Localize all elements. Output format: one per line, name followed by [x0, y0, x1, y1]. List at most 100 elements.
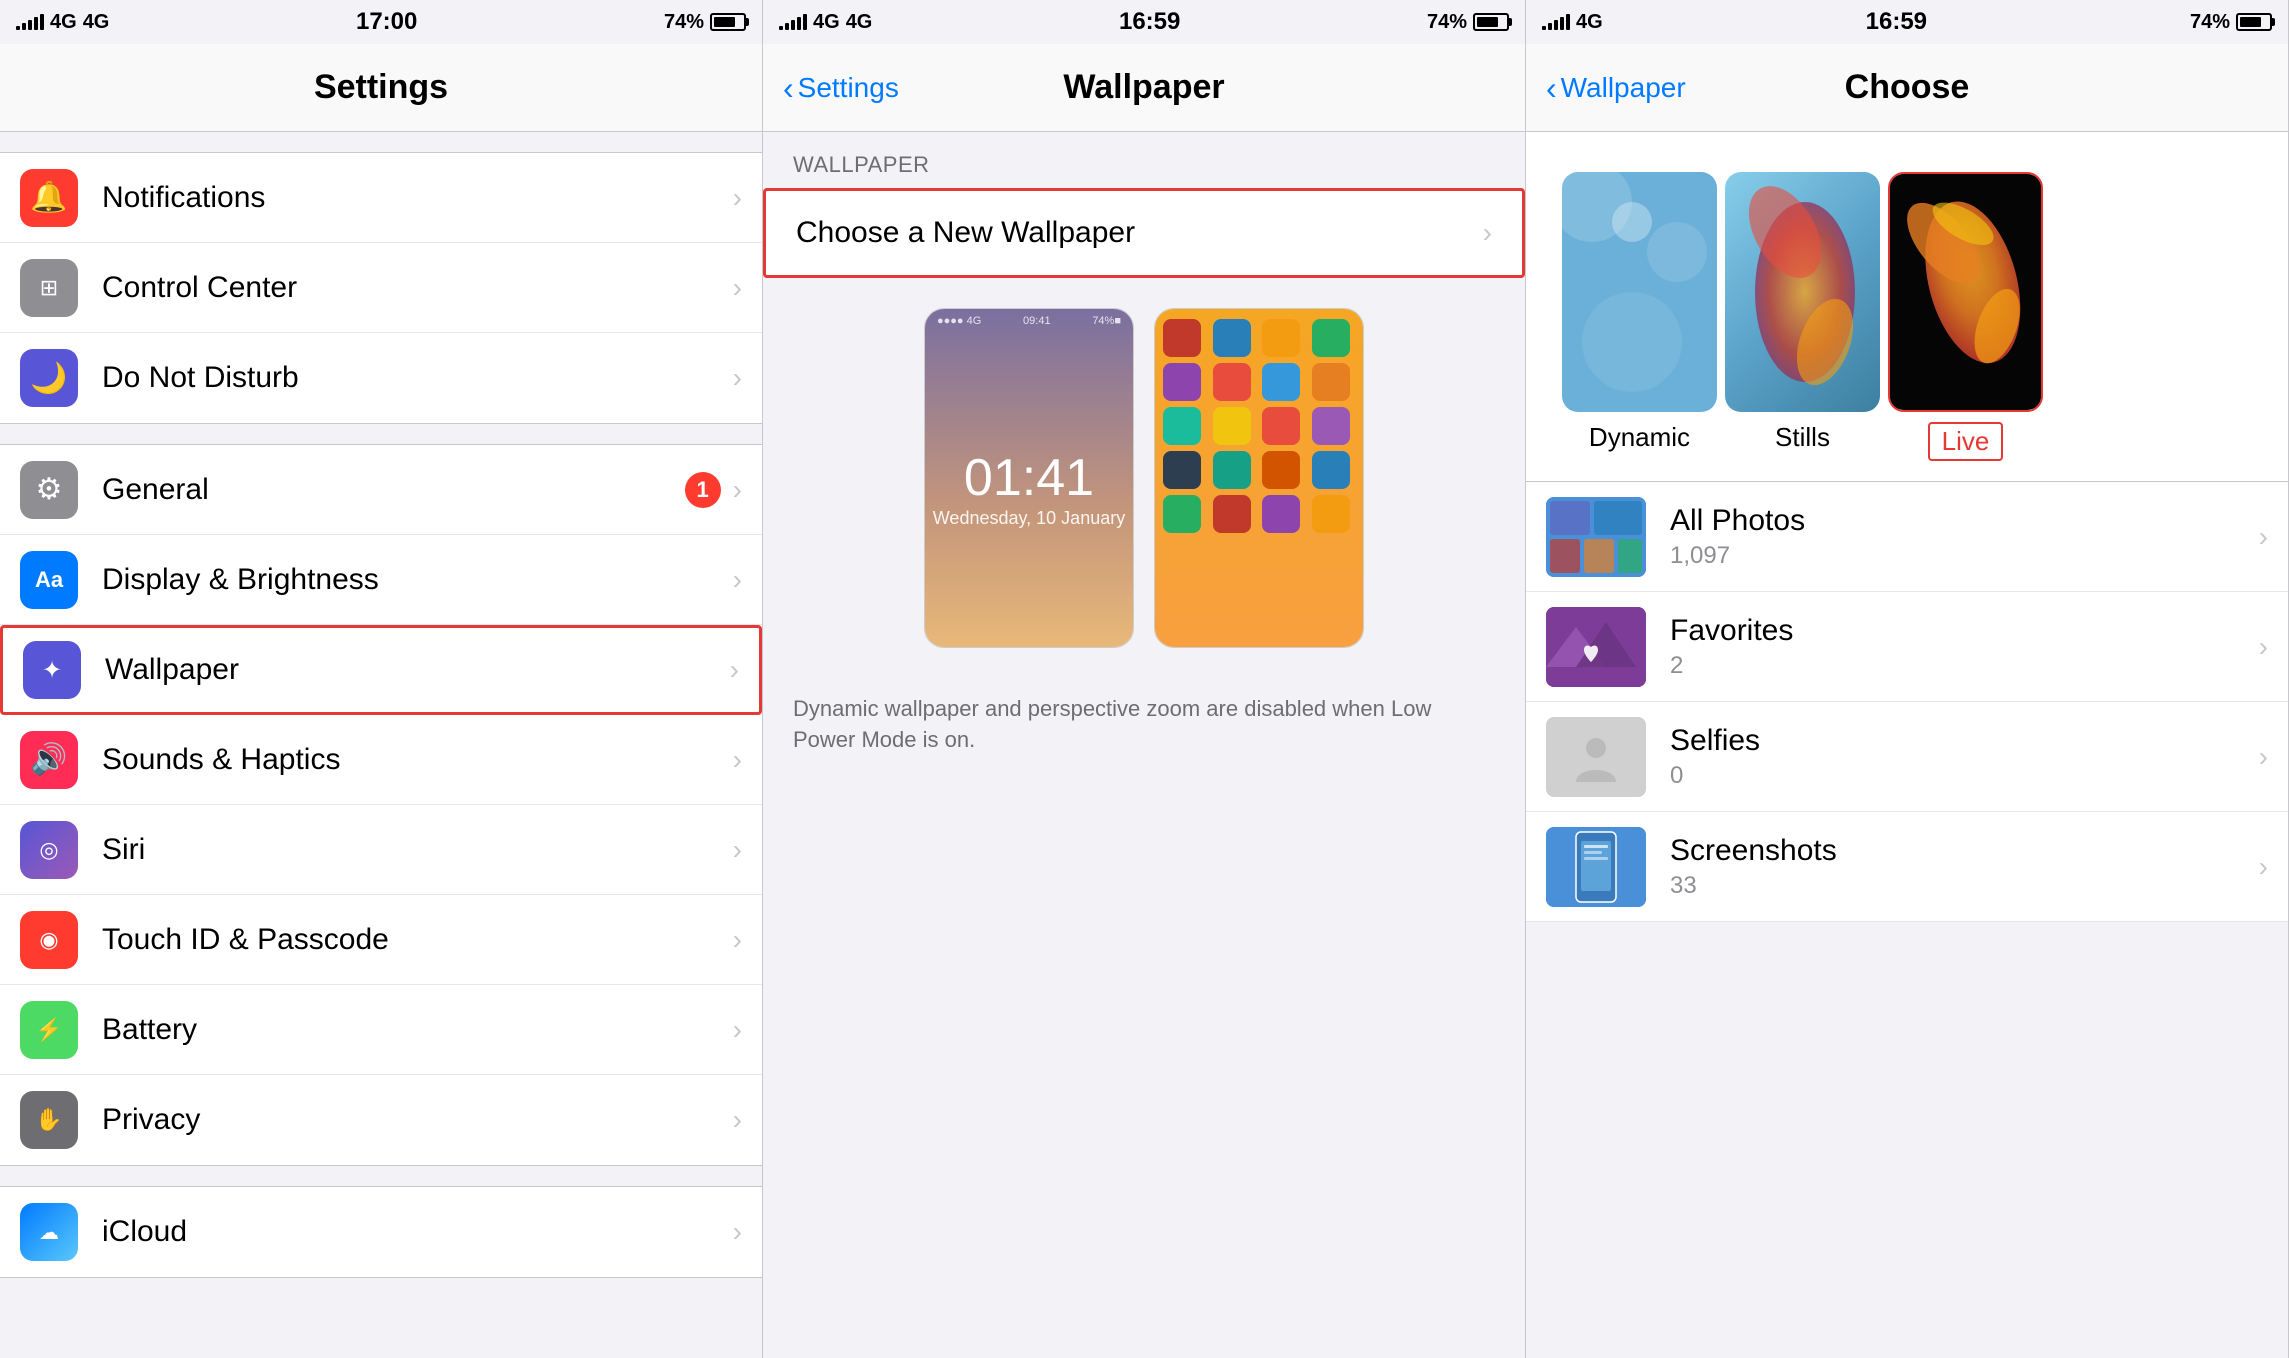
chevron-icon: ›: [733, 272, 742, 304]
lock-time-display: 01:41: [964, 448, 1094, 508]
app-icon: [1163, 407, 1201, 445]
app-icon: [1262, 319, 1300, 357]
sidebar-item-control-center[interactable]: ⊞ Control Center ›: [0, 243, 762, 333]
app-icon: [1213, 451, 1251, 489]
dynamic-bg: [1562, 172, 1717, 412]
battery-icon-2: [1473, 13, 1509, 31]
app-icon: [1312, 407, 1350, 445]
nav-bar-3: ‹ Wallpaper Choose: [1526, 44, 2288, 132]
icloud-icon: ☁: [20, 1203, 78, 1261]
status-left-3: 4G: [1542, 11, 1603, 34]
choose-wallpaper-label: Choose a New Wallpaper: [796, 216, 1483, 250]
screenshots-name: Screenshots: [1670, 834, 2259, 868]
lock-battery: 74%■: [1092, 315, 1121, 327]
category-screenshots[interactable]: Screenshots 33 ›: [1526, 812, 2288, 922]
status-right-3: 74%: [2190, 11, 2272, 34]
back-label-2: Settings: [798, 72, 899, 104]
app-icon: [1262, 495, 1300, 533]
status-bar-3: 4G 16:59 74%: [1526, 0, 2288, 44]
app-icon: [1163, 363, 1201, 401]
display-label: Display & Brightness: [102, 563, 733, 597]
group-3: ☁ iCloud ›: [0, 1186, 762, 1278]
siri-icon: ◎: [20, 821, 78, 879]
sidebar-item-display[interactable]: Aa Display & Brightness ›: [0, 535, 762, 625]
thumbnail-row: Dynamic: [1526, 132, 2288, 482]
status-right-1: 74%: [664, 11, 746, 34]
favorites-count: 2: [1670, 652, 2259, 680]
settings-panel: 4G 4G 17:00 74% Settings 🔔 Notifications…: [0, 0, 763, 1358]
app-icon: [1262, 407, 1300, 445]
lock-screen-preview[interactable]: ●●●● 4G 09:41 74%■ 01:41 Wednesday, 10 J…: [924, 308, 1134, 648]
sidebar-item-siri[interactable]: ◎ Siri ›: [0, 805, 762, 895]
choose-panel: 4G 16:59 74% ‹ Wallpaper Choose: [1526, 0, 2289, 1358]
favorites-thumb: [1546, 607, 1646, 687]
signal-icon-3: [1542, 14, 1570, 30]
stills-svg: [1725, 172, 1880, 412]
back-button-2[interactable]: ‹ Settings: [783, 72, 899, 104]
sidebar-item-notifications[interactable]: 🔔 Notifications ›: [0, 153, 762, 243]
home-screen-preview[interactable]: [1154, 308, 1364, 648]
sidebar-item-general[interactable]: ⚙ General 1 ›: [0, 445, 762, 535]
back-chevron-2: ‹: [783, 72, 794, 104]
privacy-icon: ✋: [20, 1091, 78, 1149]
status-time-1: 17:00: [356, 8, 417, 36]
sidebar-item-wallpaper[interactable]: ✦ Wallpaper ›: [0, 625, 762, 715]
section-3: ☁ iCloud ›: [0, 1186, 762, 1278]
status-bar-1: 4G 4G 17:00 74%: [0, 0, 762, 44]
lock-time-small: 09:41: [1023, 315, 1051, 327]
page-title-1: Settings: [314, 68, 448, 107]
screenshots-svg: [1546, 827, 1646, 907]
sidebar-item-battery[interactable]: ⚡ Battery ›: [0, 985, 762, 1075]
touchid-icon: ◉: [20, 911, 78, 969]
thumbnail-stills[interactable]: Stills: [1725, 172, 1880, 461]
chevron-icon: ›: [2259, 741, 2268, 773]
thumbnail-dynamic[interactable]: Dynamic: [1562, 172, 1717, 461]
network-2: 4G: [846, 11, 873, 34]
sidebar-item-sounds[interactable]: 🔊 Sounds & Haptics ›: [0, 715, 762, 805]
page-title-3: Choose: [1845, 68, 1970, 107]
app-icon: [1312, 451, 1350, 489]
battery-settings-icon: ⚡: [20, 1001, 78, 1059]
nav-bar-2: ‹ Settings Wallpaper: [763, 44, 1525, 132]
app-icon: [1213, 363, 1251, 401]
category-selfies[interactable]: Selfies 0 ›: [1526, 702, 2288, 812]
selfies-count: 0: [1670, 762, 2259, 790]
wallpaper-section-label: WALLPAPER: [763, 132, 1525, 188]
stills-bg: [1725, 172, 1880, 412]
thumbnail-live[interactable]: Live: [1888, 172, 2043, 461]
status-left-2: 4G 4G: [779, 11, 872, 34]
back-chevron-3: ‹: [1546, 72, 1557, 104]
chevron-icon: ›: [733, 182, 742, 214]
all-photos-thumb: [1546, 497, 1646, 577]
group-1: 🔔 Notifications › ⊞ Control Center › 🌙 D…: [0, 152, 762, 424]
page-title-2: Wallpaper: [1063, 68, 1224, 107]
chevron-icon: ›: [733, 924, 742, 956]
do-not-disturb-icon: 🌙: [20, 349, 78, 407]
bubble: [1582, 292, 1682, 392]
wallpaper-previews: ●●●● 4G 09:41 74%■ 01:41 Wednesday, 10 J…: [763, 278, 1525, 678]
lock-signal: ●●●● 4G: [937, 315, 981, 327]
category-all-photos[interactable]: All Photos 1,097 ›: [1526, 482, 2288, 592]
wallpaper-icon: ✦: [23, 641, 81, 699]
choose-wallpaper-row[interactable]: Choose a New Wallpaper ›: [763, 188, 1525, 278]
chevron-icon: ›: [733, 834, 742, 866]
category-favorites[interactable]: Favorites 2 ›: [1526, 592, 2288, 702]
back-button-3[interactable]: ‹ Wallpaper: [1546, 72, 1686, 104]
battery-pct-1: 74%: [664, 11, 704, 34]
live-bg: [1890, 174, 2041, 410]
lock-date-display: Wednesday, 10 January: [933, 508, 1125, 529]
control-center-label: Control Center: [102, 271, 733, 305]
signal-icon-2: [779, 14, 807, 30]
selfies-svg: [1571, 732, 1621, 782]
signal-icon: [16, 14, 44, 30]
sidebar-item-privacy[interactable]: ✋ Privacy ›: [0, 1075, 762, 1165]
wallpaper-panel: 4G 4G 16:59 74% ‹ Settings Wallpaper WAL…: [763, 0, 1526, 1358]
live-label: Live: [1928, 422, 2004, 461]
battery-icon-1: [710, 13, 746, 31]
sidebar-item-touchid[interactable]: ◉ Touch ID & Passcode ›: [0, 895, 762, 985]
app-icon: [1312, 319, 1350, 357]
status-time-2: 16:59: [1119, 8, 1180, 36]
sidebar-item-do-not-disturb[interactable]: 🌙 Do Not Disturb ›: [0, 333, 762, 423]
sidebar-item-icloud[interactable]: ☁ iCloud ›: [0, 1187, 762, 1277]
all-photos-info: All Photos 1,097: [1670, 504, 2259, 570]
